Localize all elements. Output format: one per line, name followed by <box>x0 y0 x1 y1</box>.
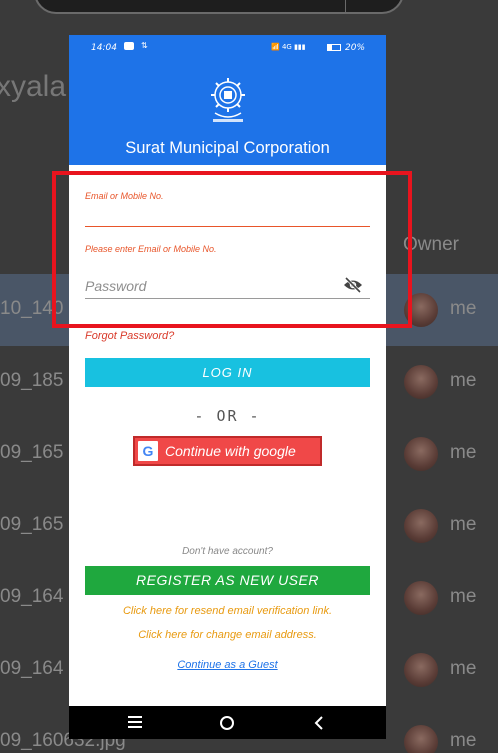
background-row-filename: 09_164 <box>0 658 64 679</box>
back-icon[interactable] <box>313 716 325 730</box>
background-row-owner: me <box>450 370 477 391</box>
phone-screen: 14:04 ⇅ 📶 4G ▮▮▮ 20% Surat Municipal Cor… <box>69 35 386 739</box>
avatar <box>404 509 438 543</box>
usb-icon: ⇅ <box>141 41 148 50</box>
background-row-owner: me <box>450 442 477 463</box>
avatar <box>404 437 438 471</box>
background-row-owner: me <box>450 730 477 751</box>
highlight-box <box>52 171 412 328</box>
no-account-text: Don't have account? <box>182 546 273 557</box>
background-row-filename: 09_164 <box>0 586 64 607</box>
network-indicator: 📶 4G ▮▮▮ <box>271 43 306 51</box>
app-header: Surat Municipal Corporation <box>69 61 386 165</box>
resend-verification-link[interactable]: Click here for resend email verification… <box>69 605 386 617</box>
google-signin-button[interactable]: G Continue with google <box>133 436 322 466</box>
background-row-owner: me <box>450 586 477 607</box>
status-time: 14:04 <box>91 43 117 53</box>
battery-percent: 20% <box>345 43 366 53</box>
login-button[interactable]: LOG IN <box>85 358 370 387</box>
background-row-owner: me <box>450 514 477 535</box>
avatar <box>404 365 438 399</box>
notification-icon <box>124 42 134 50</box>
background-row-filename: 09_165 <box>0 442 64 463</box>
change-email-link[interactable]: Click here for change email address. <box>69 629 386 641</box>
background-row-owner: me <box>450 658 477 679</box>
avatar <box>404 653 438 687</box>
register-button[interactable]: REGISTER AS NEW USER <box>85 566 370 595</box>
home-icon[interactable] <box>220 716 234 730</box>
background-row-filename: 09_165 <box>0 514 64 535</box>
google-icon: G <box>138 441 158 461</box>
corporation-title: Surat Municipal Corporation <box>125 139 330 157</box>
status-bar: 14:04 ⇅ 📶 4G ▮▮▮ 20% <box>69 35 386 61</box>
recent-apps-icon[interactable] <box>128 716 142 728</box>
background-row-filename: 09_185 <box>0 370 64 391</box>
battery-icon <box>327 44 341 51</box>
smc-emblem-icon <box>211 78 245 122</box>
google-button-label: Continue with google <box>165 443 296 459</box>
guest-link[interactable]: Continue as a Guest <box>69 659 386 671</box>
background-title: xyala <box>0 70 67 103</box>
avatar <box>404 725 438 753</box>
forgot-password-link[interactable]: Forgot Password? <box>85 330 174 342</box>
background-row-owner: me <box>450 298 477 319</box>
background-search-bar <box>34 0 404 14</box>
android-nav-bar <box>69 706 386 739</box>
or-divider: - OR - <box>194 407 261 425</box>
avatar <box>404 581 438 615</box>
